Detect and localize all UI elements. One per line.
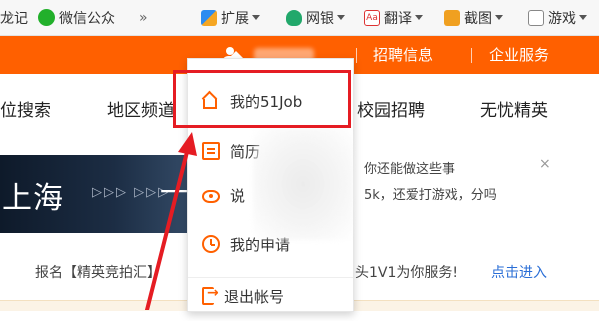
bank-shield-icon <box>286 9 302 26</box>
promo-text-right: 头1V1为你服务! <box>355 265 459 281</box>
nav-item-region-channel[interactable]: 地区频道 <box>107 96 175 121</box>
banner-dash: 一 <box>160 176 189 209</box>
close-icon[interactable]: × <box>539 156 551 172</box>
menu-item-label: 退出帐号 <box>224 287 285 306</box>
chevron-down-icon <box>579 15 587 20</box>
nav-item-campus-recruiting[interactable]: 校园招聘 <box>357 96 425 121</box>
chevron-down-icon <box>252 15 260 20</box>
bookmark-wechat[interactable]: 微信公众 <box>38 0 115 35</box>
screenshot-icon <box>444 9 460 26</box>
chevron-down-icon <box>337 15 345 20</box>
promo-banner[interactable]: 上海 ▷▷▷ ▷▷▷ 一 <box>0 155 190 233</box>
clock-icon <box>202 235 220 253</box>
menu-item-logout[interactable]: 退出帐号 <box>188 271 353 321</box>
divider <box>356 48 357 63</box>
logout-icon <box>202 285 219 305</box>
notice-text: 5k，还爱打游戏，分吗 <box>364 188 497 203</box>
extension-button-translate[interactable]: Aa 翻译 <box>364 0 423 35</box>
chevron-down-icon <box>415 15 423 20</box>
nav-item-job-search[interactable]: 位搜索 <box>0 96 51 121</box>
extension-button-bank[interactable]: 网银 <box>286 0 345 35</box>
chevron-down-icon <box>495 15 503 20</box>
wechat-icon <box>38 9 55 26</box>
bookmark-label: 微信公众 <box>59 10 115 27</box>
eye-icon <box>202 189 220 203</box>
promo-text-left: 报名【精英竞拍汇】 <box>35 265 161 281</box>
translate-icon: Aa <box>364 9 380 26</box>
nav-item-elite[interactable]: 无忧精英 <box>480 96 548 121</box>
notice-card: 你还能做这些事 5k，还爱打游戏，分吗 × <box>350 155 570 221</box>
extension-button-game[interactable]: 游戏 <box>528 0 587 35</box>
divider <box>471 48 472 63</box>
blur-redaction <box>253 128 353 240</box>
banner-arrows: ▷▷▷ ▷▷▷ <box>92 185 171 200</box>
promo-link-enter[interactable]: 点击进入 <box>491 262 547 282</box>
bookmark-overflow-chevron[interactable]: » <box>139 0 148 35</box>
banner-text: 上海 <box>2 181 64 216</box>
bookmark-item[interactable]: 龙记 <box>0 0 28 35</box>
game-icon <box>528 9 544 26</box>
extensions-icon <box>201 9 217 26</box>
top-link-enterprise-service[interactable]: 企业服务 <box>489 36 549 74</box>
resume-icon <box>202 142 220 160</box>
extension-button-extensions[interactable]: 扩展 <box>201 0 260 35</box>
menu-item-label: 说 <box>230 186 246 205</box>
top-link-recruitment-info[interactable]: 招聘信息 <box>373 36 433 74</box>
extension-button-screenshot[interactable]: 截图 <box>444 0 503 35</box>
bookmark-label: 龙记 <box>0 10 28 27</box>
browser-bookmark-bar: 龙记 微信公众 » 扩展 网银 Aa 翻译 截图 游戏 <box>0 0 599 36</box>
annotation-highlight-box <box>173 70 351 128</box>
notice-title: 你还能做这些事 <box>364 162 456 177</box>
